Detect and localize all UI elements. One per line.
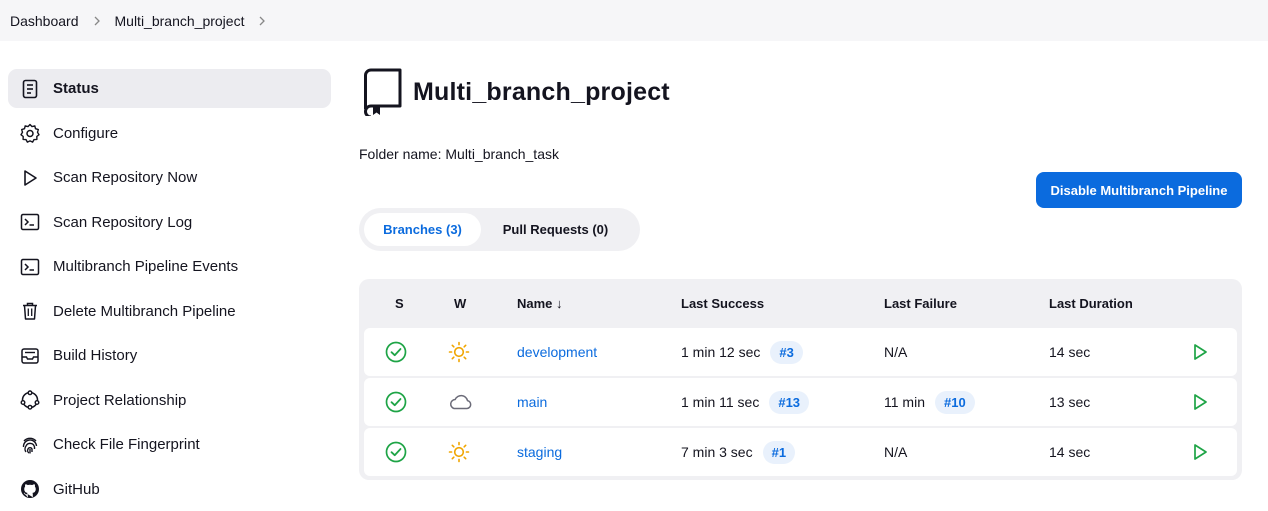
tab-bar: Branches (3) Pull Requests (0) — [359, 208, 640, 251]
terminal-icon — [20, 212, 40, 232]
inbox-icon — [20, 346, 40, 366]
gear-icon — [20, 123, 40, 143]
column-header-name[interactable]: Name ↓ — [517, 296, 563, 311]
last-failure-build-badge[interactable]: #10 — [934, 390, 975, 414]
page-header: Multi_branch_project — [363, 68, 670, 116]
last-success-time: 1 min 12 sec — [681, 344, 761, 360]
sidebar-item-configure[interactable]: Configure — [8, 114, 331, 153]
table-row: main 1 min 11 sec #13 11 min #10 13 sec — [364, 378, 1237, 426]
success-check-icon[interactable] — [385, 328, 407, 376]
last-failure-time: 11 min — [884, 394, 925, 410]
column-header-last-duration[interactable]: Last Duration — [1049, 296, 1133, 311]
folder-name: Folder name: Multi_branch_task — [359, 146, 559, 162]
last-success-build-badge[interactable]: #3 — [770, 340, 803, 364]
sidebar-item-label: Project Relationship — [53, 391, 187, 409]
last-duration: 14 sec — [1049, 444, 1091, 460]
last-success-time: 1 min 11 sec — [681, 394, 760, 410]
breadcrumb-project[interactable]: Multi_branch_project — [115, 13, 245, 29]
trash-icon — [20, 301, 40, 321]
chevron-right-icon[interactable] — [244, 16, 280, 26]
column-header-status[interactable]: S — [395, 296, 404, 311]
sidebar-item-check-file-fingerprint[interactable]: Check File Fingerprint — [8, 425, 331, 464]
page-title: Multi_branch_project — [413, 77, 670, 106]
play-icon — [20, 168, 40, 188]
branch-name-link[interactable]: main — [517, 394, 547, 410]
breadcrumb-dashboard[interactable]: Dashboard — [10, 13, 79, 29]
sidebar-item-label: Multibranch Pipeline Events — [53, 258, 239, 275]
last-duration: 13 sec — [1049, 394, 1091, 410]
github-icon — [20, 479, 40, 499]
last-success-build-badge[interactable]: #1 — [762, 440, 796, 464]
build-now-play-icon[interactable] — [1190, 378, 1210, 426]
sidebar-item-label: Status — [53, 80, 99, 97]
sidebar-item-status[interactable]: Status — [8, 69, 331, 108]
repository-icon — [363, 68, 403, 116]
table-row: staging 7 min 3 sec #1 N/A 14 sec — [364, 428, 1237, 476]
column-header-last-failure[interactable]: Last Failure — [884, 296, 957, 311]
sun-icon[interactable] — [448, 428, 470, 476]
branches-table: S W Name ↓ Last Success Last Failure Las… — [359, 279, 1242, 480]
tab-branches[interactable]: Branches (3) — [364, 213, 481, 246]
last-success-time: 7 min 3 sec — [681, 444, 753, 460]
sidebar-item-scan-repository-now[interactable]: Scan Repository Now — [8, 158, 331, 197]
column-header-last-success[interactable]: Last Success — [681, 296, 764, 311]
sidebar-item-label: Scan Repository Now — [53, 169, 198, 186]
sidebar-item-label: Scan Repository Log — [53, 213, 193, 231]
sidebar-item-github[interactable]: GitHub — [8, 470, 331, 509]
last-failure-time: N/A — [884, 344, 908, 360]
success-check-icon[interactable] — [385, 428, 407, 476]
sidebar-item-build-history[interactable]: Build History — [8, 336, 331, 375]
sidebar-item-label: Delete Multibranch Pipeline — [53, 302, 236, 320]
last-duration: 14 sec — [1049, 344, 1091, 360]
sidebar-item-label: Build History — [53, 347, 138, 364]
disable-multibranch-pipeline-button[interactable]: Disable Multibranch Pipeline — [1036, 172, 1242, 208]
sidebar-item-scan-repository-log[interactable]: Scan Repository Log — [8, 203, 331, 242]
branch-name-link[interactable]: staging — [517, 444, 562, 460]
sidebar-item-label: GitHub — [53, 480, 100, 498]
main-content: Multi_branch_project Folder name: Multi_… — [359, 0, 1242, 511]
build-now-play-icon[interactable] — [1190, 328, 1210, 376]
sidebar-item-label: Configure — [53, 124, 119, 142]
cloud-icon[interactable] — [447, 378, 473, 426]
table-row: development 1 min 12 sec #3 N/A 14 sec — [364, 328, 1237, 376]
document-icon — [20, 79, 40, 99]
chevron-right-icon — [79, 16, 115, 26]
sun-icon[interactable] — [448, 328, 470, 376]
last-success-build-badge[interactable]: #13 — [769, 390, 810, 414]
fingerprint-icon — [20, 435, 40, 455]
sidebar-item-multibranch-pipeline-events[interactable]: Multibranch Pipeline Events — [8, 247, 331, 286]
sidebar-item-project-relationship[interactable]: Project Relationship — [8, 381, 331, 420]
last-failure-time: N/A — [884, 444, 908, 460]
sidebar-item-delete-multibranch-pipeline[interactable]: Delete Multibranch Pipeline — [8, 292, 331, 331]
build-now-play-icon[interactable] — [1190, 428, 1210, 476]
success-check-icon[interactable] — [385, 378, 407, 426]
sidebar: Status Configure Scan Repository Now Sca… — [8, 69, 331, 511]
sidebar-item-label: Check File Fingerprint — [53, 436, 200, 453]
relationship-icon — [20, 390, 40, 410]
terminal-icon — [20, 257, 40, 277]
column-header-weather[interactable]: W — [454, 296, 466, 311]
tab-pull-requests[interactable]: Pull Requests (0) — [481, 213, 630, 246]
branch-name-link[interactable]: development — [517, 344, 597, 360]
